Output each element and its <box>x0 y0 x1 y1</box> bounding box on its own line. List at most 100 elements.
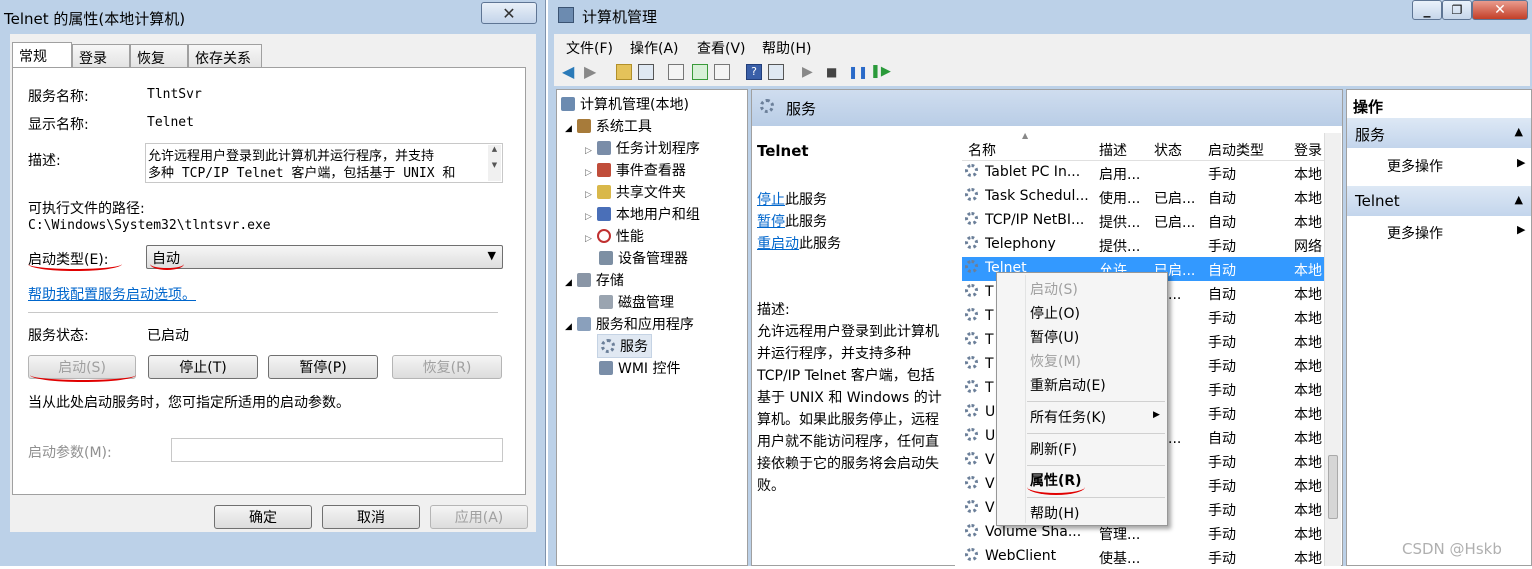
col-name[interactable]: 名称 <box>968 140 996 160</box>
tree-item-device-manager[interactable]: 设备管理器 <box>599 248 688 268</box>
red-underline-properties <box>1027 479 1085 495</box>
description-line: 败。 <box>757 478 785 494</box>
stop-icon[interactable]: ■ <box>826 64 842 80</box>
ok-button[interactable]: 确定 <box>214 505 312 529</box>
description-line: 用户就不能访问程序，任何直 <box>757 434 939 450</box>
help-icon[interactable]: ? <box>746 64 762 80</box>
menu-separator <box>1027 465 1165 466</box>
description-scrollbar[interactable]: ▲ ▼ <box>488 145 501 181</box>
table-row[interactable]: TCP/IP NetBI... 提供... 已启... 自动 本地 <box>962 209 1328 233</box>
cancel-button[interactable]: 取消 <box>322 505 420 529</box>
scroll-thumb[interactable] <box>1328 455 1338 519</box>
col-startup-type[interactable]: 启动类型 <box>1208 140 1264 160</box>
actions-section-services[interactable]: 服务 ▲ <box>1347 118 1531 148</box>
tree-item-wmi[interactable]: WMI 控件 <box>599 358 681 378</box>
table-cell: V <box>985 500 995 516</box>
play-icon[interactable]: ▶ <box>802 64 818 80</box>
close-button[interactable]: ✕ <box>1472 0 1528 20</box>
menu-help[interactable]: 帮助(H) <box>762 38 811 58</box>
more-actions-2[interactable]: 更多操作 <box>1387 223 1443 243</box>
submenu-arrow-icon: ▶ <box>1517 223 1526 236</box>
stop-service-link[interactable]: 停止 <box>757 192 785 208</box>
menu-file[interactable]: 文件(F) <box>566 38 613 58</box>
tree-label: 本地用户和组 <box>615 207 700 223</box>
show-tree-icon[interactable] <box>638 64 654 80</box>
up-folder-icon[interactable] <box>616 64 632 80</box>
ctx-start[interactable]: 启动(S) <box>1030 279 1078 299</box>
ctx-restart[interactable]: 重新启动(E) <box>1030 375 1106 395</box>
menu-action[interactable]: 操作(A) <box>630 38 679 58</box>
tree-item-performance[interactable]: ▷ 性能 <box>585 226 644 246</box>
col-description[interactable]: 描述 <box>1099 140 1127 160</box>
more-actions-1[interactable]: 更多操作 <box>1387 156 1443 176</box>
tree-label: 磁盘管理 <box>618 295 674 311</box>
apply-button[interactable]: 应用(A) <box>430 505 528 529</box>
show-action-pane-icon[interactable] <box>768 64 784 80</box>
menu-view[interactable]: 查看(V) <box>697 38 746 58</box>
properties-icon[interactable] <box>668 64 684 80</box>
help-config-link[interactable]: 帮助我配置服务启动选项。 <box>28 284 196 304</box>
export-list-icon[interactable] <box>714 64 730 80</box>
tree-item-local-users[interactable]: ▷ 本地用户和组 <box>585 204 700 224</box>
pause-service-link[interactable]: 暂停 <box>757 214 785 230</box>
resume-button[interactable]: 恢复(R) <box>392 355 502 379</box>
tree-item-services-apps[interactable]: ◢ 服务和应用程序 <box>565 314 694 334</box>
tree-item-disk-management[interactable]: 磁盘管理 <box>599 292 674 312</box>
services-scrollbar[interactable] <box>1324 133 1341 566</box>
table-row[interactable]: Tablet PC In... 启用... 手动 本地 <box>962 161 1328 185</box>
tree-label: 任务计划程序 <box>615 141 700 157</box>
description-box[interactable]: 允许远程用户登录到此计算机并运行程序，并支持 多种 TCP/IP Telnet … <box>145 143 503 183</box>
col-status[interactable]: 状态 <box>1154 140 1182 160</box>
tree-item-root[interactable]: 计算机管理(本地) <box>561 94 689 114</box>
table-row[interactable]: WebClient 使基... 手动 本地 <box>962 545 1328 569</box>
ctx-all-tasks[interactable]: 所有任务(K) <box>1030 407 1106 427</box>
params-input[interactable] <box>171 438 503 462</box>
table-cell: 手动 <box>1208 407 1236 423</box>
app-icon <box>558 7 574 23</box>
maximize-button[interactable]: ❐ <box>1442 0 1472 20</box>
table-cell: 手动 <box>1208 335 1236 351</box>
tree-item-system-tools[interactable]: ◢ 系统工具 <box>565 116 652 136</box>
stop-button[interactable]: 停止(T) <box>148 355 258 379</box>
minimize-button[interactable]: _ <box>1412 0 1442 20</box>
tab-general[interactable]: 常规 <box>12 42 72 68</box>
table-cell: Task Schedul... <box>985 188 1089 204</box>
startup-type-select[interactable]: 自动 ▼ <box>146 245 503 269</box>
ctx-resume[interactable]: 恢复(M) <box>1030 351 1081 371</box>
service-desc-label: 描述: <box>757 302 790 318</box>
tree-item-storage[interactable]: ◢ 存储 <box>565 270 624 290</box>
chevron-down-icon: ▼ <box>487 249 496 262</box>
refresh-icon[interactable] <box>692 64 708 80</box>
col-logon[interactable]: 登录 <box>1294 140 1322 160</box>
ctx-refresh[interactable]: 刷新(F) <box>1030 439 1077 459</box>
pause-button[interactable]: 暂停(P) <box>268 355 378 379</box>
event-viewer-icon <box>596 163 611 177</box>
tree-item-event-viewer[interactable]: ▷ 事件查看器 <box>585 160 686 180</box>
tree-item-task-scheduler[interactable]: ▷ 任务计划程序 <box>585 138 700 158</box>
tree-item-shared-folders[interactable]: ▷ 共享文件夹 <box>585 182 686 202</box>
restart-service-link[interactable]: 重启动 <box>757 236 799 252</box>
table-row[interactable]: Telephony 提供... 手动 网络 <box>962 233 1328 257</box>
pause-icon[interactable]: ❚❚ <box>848 64 868 80</box>
general-page <box>12 67 526 495</box>
ctx-pause[interactable]: 暂停(U) <box>1030 327 1079 347</box>
table-cell: 手动 <box>1208 527 1236 543</box>
table-row[interactable]: Task Schedul... 使用... 已启... 自动 本地 <box>962 185 1328 209</box>
restart-icon[interactable]: ❚▶ <box>870 64 891 80</box>
ctx-stop[interactable]: 停止(O) <box>1030 303 1080 323</box>
description-line-2: 多种 TCP/IP Telnet 客户端，包括基于 UNIX 和 <box>148 166 456 181</box>
collapsed-icon: ▷ <box>585 168 592 178</box>
tree-label: 存储 <box>595 273 624 289</box>
tab-logon[interactable]: 登录 <box>72 44 130 67</box>
ctx-help[interactable]: 帮助(H) <box>1030 503 1079 523</box>
status-value: 已启动 <box>147 328 189 344</box>
tab-recovery[interactable]: 恢复 <box>130 44 188 67</box>
dialog-close-button[interactable]: ✕ <box>481 2 537 24</box>
table-cell: U <box>985 404 996 420</box>
forward-arrow-icon[interactable]: ▶ <box>584 64 600 80</box>
watermark: CSDN @Hskb <box>1402 540 1502 558</box>
tab-dependencies[interactable]: 依存关系 <box>188 44 262 67</box>
back-arrow-icon[interactable]: ◀ <box>562 64 578 80</box>
tree-item-services[interactable]: 服务 <box>597 334 652 358</box>
actions-section-telnet[interactable]: Telnet ▲ <box>1347 186 1531 216</box>
